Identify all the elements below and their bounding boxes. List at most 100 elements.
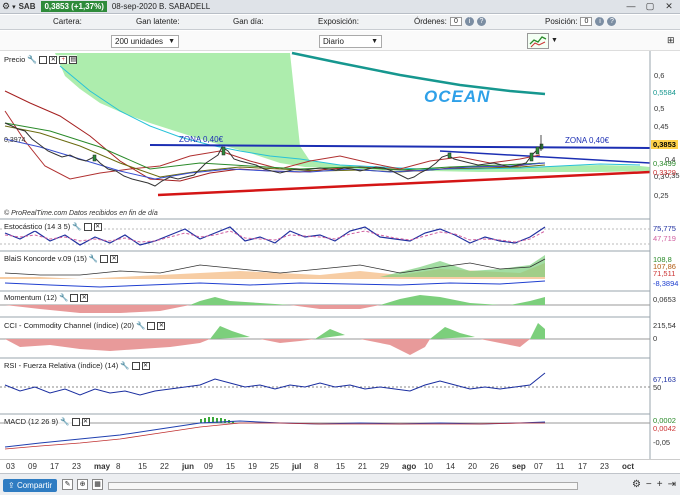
date-label: 23 [72,462,81,471]
zoom-out-icon[interactable]: − [646,478,652,491]
close-icon[interactable]: ✕ [81,417,90,426]
close-icon[interactable]: ✕ [141,361,150,370]
maximize-icon[interactable]: ▢ [642,1,658,12]
wrench-icon[interactable]: 🔧 [59,293,68,302]
price-tag-3: 0,3329 [653,168,676,177]
info-icon[interactable]: i [595,17,605,26]
momentum-neg [5,305,380,313]
chart-icon[interactable]: ▤ [69,55,78,64]
wrench-icon[interactable]: 🔧 [60,417,69,426]
month-label: sep [512,462,526,471]
cci-panel-title: CCI - Commodity Channel (índice) (20) 🔧 … [4,321,166,330]
minimize-icon[interactable]: — [623,1,639,12]
date-label: 22 [160,462,169,471]
units-select[interactable]: 200 unidades ▼ [111,35,179,48]
window-icon[interactable] [39,55,48,64]
info-icon[interactable]: i [464,17,474,26]
momentum-panel [0,295,650,313]
left-price-label: 0,3974 [4,137,26,144]
wrench-icon[interactable]: 🔧 [120,361,129,370]
wrench-icon[interactable]: 🔧 [89,254,98,263]
add-indicator-icon[interactable]: ⊞ [667,35,675,46]
date-label: 8 [116,462,121,471]
chart-area[interactable]: OCEAN ZONA 0,40€ ZONA 0,40€ © ProRealTim… [0,51,680,459]
add-icon[interactable]: + [59,55,68,64]
period-select[interactable]: Diario ▼ [319,35,382,48]
month-label: may [94,462,111,471]
rsi-mid: 50 [653,383,662,392]
date-label: 09 [28,462,37,471]
date-label: 15 [226,462,235,471]
panel-title: Momentum (12) [4,293,57,302]
close-icon[interactable]: ✕ [661,1,677,12]
ordenes-label: Órdenes: [414,17,447,26]
window-icon[interactable] [147,321,156,330]
koncorde-value-3: 71,511 [653,269,676,278]
close-icon[interactable]: ✕ [157,321,166,330]
zona-label-left: ZONA 0,40€ [179,135,224,144]
draw-icon[interactable]: ✎ [62,479,73,490]
date-label: 09 [204,462,213,471]
date-label: 10 [424,462,433,471]
portfolio-toolbar: Cartera: Gan latente: Gan día: Exposició… [0,15,680,30]
wrench-icon[interactable]: 🔧 [72,222,81,231]
window-icon[interactable] [83,222,92,231]
share-button[interactable]: ⇪ Compartir [3,479,58,492]
rsi-panel-title: RSI - Fuerza Relativa (índice) (14) 🔧 ✕ [4,361,150,370]
cartera-label: Cartera: [53,17,82,26]
symbol[interactable]: SAB [19,2,36,11]
date-label: 20 [468,462,477,471]
help-icon[interactable]: ? [476,17,486,26]
scroll-end-icon[interactable]: ⇥ [668,478,676,491]
rsi-panel [0,372,650,396]
wrench-icon[interactable]: 🔧 [136,321,145,330]
chevron-down-icon[interactable]: ▾ [12,3,16,11]
macd-signal [4,422,545,450]
gan-dia-field: Gan día: [233,17,264,26]
date-label: 21 [358,462,367,471]
window-icon[interactable] [71,417,80,426]
month-label: jul [292,462,302,471]
date-label: 07 [534,462,543,471]
exposicion-field: Exposición: [318,17,359,26]
date-label: 29 [380,462,389,471]
period-value: Diario [323,37,344,46]
layout-icon[interactable]: ▦ [92,479,103,490]
momentum-panel-title: Momentum (12) 🔧 ✕ [4,293,89,302]
macd-panel-title: MACD (12 26 9) 🔧 ✕ [4,417,90,426]
panel-title: RSI - Fuerza Relativa (índice) (14) [4,361,119,370]
window-icon[interactable] [100,254,109,263]
price-change-badge: 0,3853 (+1,37%) [41,1,107,12]
help-icon[interactable]: ? [607,17,617,26]
zoom-icon[interactable]: ⊕ [77,479,88,490]
wrench-icon[interactable]: 🔧 [27,55,37,64]
window-icon[interactable] [70,293,79,302]
macd-value-2: 0,0042 [653,424,676,433]
date-label: 26 [490,462,499,471]
chevron-down-icon: ▼ [371,38,378,45]
zoom-in-icon[interactable]: + [657,478,663,491]
gan-latente-label: Gan latente: [136,17,180,26]
close-icon[interactable]: ✕ [93,222,102,231]
panel-title: Estocástico (14 3 5) [4,222,71,231]
settings-icon[interactable]: ⚙ [2,1,10,12]
footer-tools: ✎ ⊕ ▦ [62,479,103,490]
momentum-value: 0,0653 [653,295,676,304]
chart-type-button[interactable] [527,33,549,49]
macd-value-3: -0,05 [653,438,671,447]
month-label: ago [402,462,417,471]
settings-icon[interactable]: ⚙ [632,478,641,491]
macd-panel [0,417,650,450]
ordenes-count[interactable]: 0 [449,17,462,26]
cartera-field[interactable]: Cartera: [53,17,115,26]
close-icon[interactable]: ✕ [80,293,89,302]
cci-pos [210,323,545,339]
candlestick-icon [529,36,547,48]
chevron-down-icon[interactable]: ▼ [551,37,558,44]
window-icon[interactable] [131,361,140,370]
posicion-count[interactable]: 0 [580,17,593,26]
close-icon[interactable]: ✕ [110,254,119,263]
horizontal-scrollbar[interactable] [108,482,578,490]
close-icon[interactable]: ✕ [49,55,58,64]
cci-neg [5,339,530,355]
